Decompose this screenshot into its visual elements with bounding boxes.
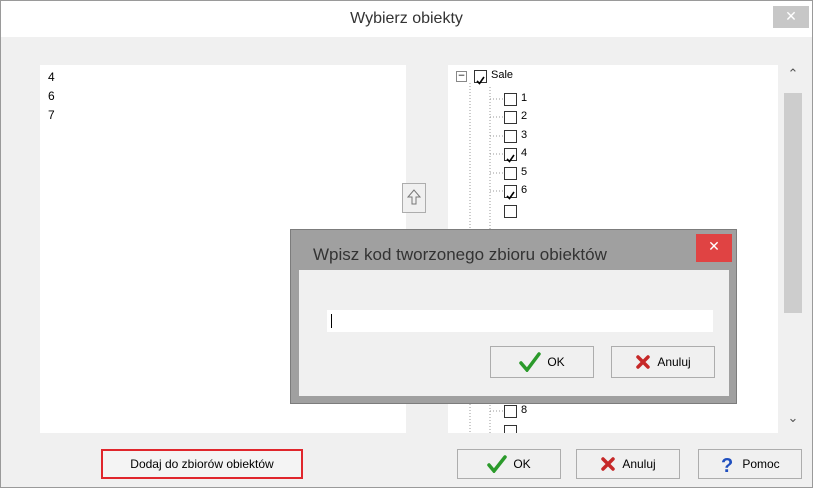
add-to-object-sets-button[interactable]: Dodaj do zbiorów obiektów bbox=[101, 449, 303, 479]
ok-label: OK bbox=[513, 457, 531, 471]
up-arrow-icon bbox=[406, 189, 422, 205]
tree-label: 4 bbox=[521, 147, 528, 159]
checkbox-9-partial[interactable] bbox=[504, 425, 517, 433]
checkbox-7-partial[interactable] bbox=[504, 205, 517, 218]
move-up-button[interactable] bbox=[402, 183, 426, 213]
checkmark-icon bbox=[519, 352, 542, 372]
dialog-ok-button[interactable]: OK bbox=[490, 346, 594, 378]
svg-text:?: ? bbox=[721, 455, 733, 474]
dialog-cancel-label: Anuluj bbox=[657, 355, 691, 369]
tree-label: 3 bbox=[521, 129, 528, 141]
add-to-object-sets-label: Dodaj do zbiorów obiektów bbox=[130, 457, 274, 471]
checkbox-8[interactable] bbox=[504, 405, 517, 418]
cancel-button[interactable]: Anuluj bbox=[576, 449, 680, 479]
text-cursor bbox=[331, 314, 332, 328]
help-label: Pomoc bbox=[742, 457, 780, 471]
checkbox-5[interactable] bbox=[504, 167, 517, 180]
check-mark-icon bbox=[506, 191, 515, 200]
checkbox-sale[interactable] bbox=[474, 70, 487, 85]
checkbox-4[interactable] bbox=[504, 148, 517, 163]
checkbox-1[interactable] bbox=[504, 93, 517, 106]
scroll-down-icon[interactable]: ⌄ bbox=[784, 411, 802, 431]
list-item[interactable]: 7 bbox=[48, 108, 55, 122]
red-x-icon bbox=[636, 355, 651, 369]
tree-label: 6 bbox=[521, 184, 528, 196]
title-bar: Wybierz obiekty ✕ bbox=[1, 1, 812, 37]
tree-label-sale: Sale bbox=[491, 69, 514, 81]
checkmark-icon bbox=[487, 455, 508, 473]
dialog-ok-label: OK bbox=[547, 355, 565, 369]
set-code-dialog: Wpisz kod tworzonego zbioru obiektów ✕ O… bbox=[290, 229, 737, 404]
collapse-toggle-icon[interactable]: − bbox=[456, 71, 467, 82]
close-window-button[interactable]: ✕ bbox=[773, 6, 809, 28]
cancel-label: Anuluj bbox=[622, 457, 656, 471]
check-mark-icon bbox=[506, 154, 515, 163]
list-item[interactable]: 4 bbox=[48, 70, 55, 84]
set-code-input[interactable] bbox=[327, 310, 713, 332]
tree-label: 5 bbox=[521, 166, 528, 178]
dialog-title: Wpisz kod tworzonego zbioru obiektów bbox=[313, 245, 607, 264]
red-x-icon bbox=[601, 457, 616, 471]
tree-label: 1 bbox=[521, 92, 528, 104]
checkbox-2[interactable] bbox=[504, 111, 517, 124]
list-item[interactable]: 6 bbox=[48, 89, 55, 103]
scroll-up-icon[interactable]: ⌃ bbox=[784, 67, 802, 87]
checkbox-6[interactable] bbox=[504, 185, 517, 200]
scroll-thumb[interactable] bbox=[784, 93, 802, 313]
checkbox-3[interactable] bbox=[504, 130, 517, 143]
tree-label: 2 bbox=[521, 110, 528, 122]
dialog-cancel-button[interactable]: Anuluj bbox=[611, 346, 715, 378]
check-mark-icon bbox=[476, 76, 485, 85]
tree-label: 8 bbox=[521, 404, 528, 416]
ok-button[interactable]: OK bbox=[457, 449, 561, 479]
close-dialog-button[interactable]: ✕ bbox=[696, 234, 732, 262]
question-icon: ? bbox=[721, 455, 733, 474]
window-title: Wybierz obiekty bbox=[350, 10, 463, 27]
help-button[interactable]: ? Pomoc bbox=[698, 449, 802, 479]
select-objects-window: Wybierz obiekty ✕ 4 6 7 − Sale 1 2 3 4 5… bbox=[0, 0, 813, 488]
